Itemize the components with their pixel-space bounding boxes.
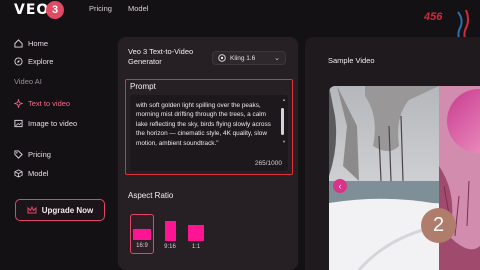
logo-number: 3 <box>46 1 64 19</box>
crown-icon <box>27 205 37 213</box>
slide-number-badge: 2 <box>421 208 456 243</box>
nav-model[interactable]: Model <box>128 4 148 13</box>
prompt-textarea[interactable]: with soft golden light spilling over the… <box>130 95 288 171</box>
aspect-ratio-label: Aspect Ratio <box>128 191 174 200</box>
sidebar-item-label: Model <box>28 168 49 178</box>
generator-panel: Veo 3 Text-to-Video Generator Kling 1.6 … <box>118 37 298 270</box>
previous-slide-button[interactable]: ‹ <box>333 179 347 193</box>
sidebar-item-pricing[interactable]: Pricing <box>14 148 51 160</box>
scroll-down-icon[interactable]: ▼ <box>282 139 286 144</box>
top-bar: VEO 3 Pricing Model <box>0 0 480 22</box>
compass-icon <box>14 56 23 66</box>
sample-video-title: Sample Video <box>328 56 375 65</box>
image-icon <box>14 119 23 127</box>
snowy-landscape-image <box>329 86 480 270</box>
sidebar: Home Explore Video AI Text to video Imag… <box>0 22 110 270</box>
aspect-option-label: 9:16 <box>164 244 176 250</box>
aspect-option-9-16[interactable]: 9:16 <box>158 214 182 254</box>
aspect-1-1-icon <box>188 225 204 241</box>
prompt-scrollbar[interactable] <box>281 108 284 135</box>
sidebar-item-home[interactable]: Home <box>14 37 48 49</box>
sample-video-thumbnail[interactable] <box>329 86 480 270</box>
sparkle-icon <box>14 98 23 108</box>
sidebar-item-model[interactable]: Model <box>14 167 48 179</box>
prompt-section: Prompt with soft golden light spilling o… <box>125 79 293 175</box>
sidebar-item-label: Text to video <box>28 98 71 108</box>
model-select[interactable]: Kling 1.6 ⌄ <box>212 51 286 65</box>
upgrade-label: Upgrade Now <box>41 205 94 215</box>
sidebar-item-explore[interactable]: Explore <box>14 55 53 67</box>
logo-text: VEO <box>14 2 50 18</box>
prompt-label: Prompt <box>130 82 156 91</box>
aspect-option-16-9[interactable]: 16:9 <box>130 214 154 254</box>
chevron-left-icon: ‹ <box>338 181 342 191</box>
cube-icon <box>14 168 23 178</box>
aspect-16-9-icon <box>133 229 151 240</box>
model-select-value: Kling 1.6 <box>230 54 256 62</box>
section-label-video-ai: Video AI <box>14 77 42 86</box>
sidebar-item-label: Home <box>28 38 49 48</box>
tag-icon <box>14 149 23 159</box>
home-icon <box>14 38 23 48</box>
chevron-down-icon: ⌄ <box>274 55 280 62</box>
aspect-option-label: 1:1 <box>191 244 201 250</box>
sidebar-item-label: Image to video <box>28 118 78 128</box>
sidebar-item-label: Explore <box>28 56 54 66</box>
character-counter: 265/1000 <box>254 160 282 167</box>
generator-title: Veo 3 Text-to-Video Generator <box>128 47 194 66</box>
sidebar-item-label: Pricing <box>28 149 51 159</box>
sidebar-item-text-to-video[interactable]: Text to video <box>14 97 70 109</box>
upgrade-now-button[interactable]: Upgrade Now <box>15 199 105 221</box>
nav-pricing[interactable]: Pricing <box>89 4 112 13</box>
aspect-option-label: 16:9 <box>136 243 148 249</box>
scroll-up-icon[interactable]: ▲ <box>282 97 286 102</box>
aspect-9-16-icon <box>164 221 176 241</box>
prompt-text: with soft golden light spilling over the… <box>136 102 271 147</box>
aspect-option-1-1[interactable]: 1:1 <box>184 214 208 254</box>
sample-video-panel: Sample Video ‹ 2 <box>305 37 480 270</box>
sidebar-item-image-to-video[interactable]: Image to video <box>14 117 77 129</box>
app-logo[interactable]: VEO 3 <box>14 1 64 19</box>
kling-model-icon <box>218 54 226 62</box>
